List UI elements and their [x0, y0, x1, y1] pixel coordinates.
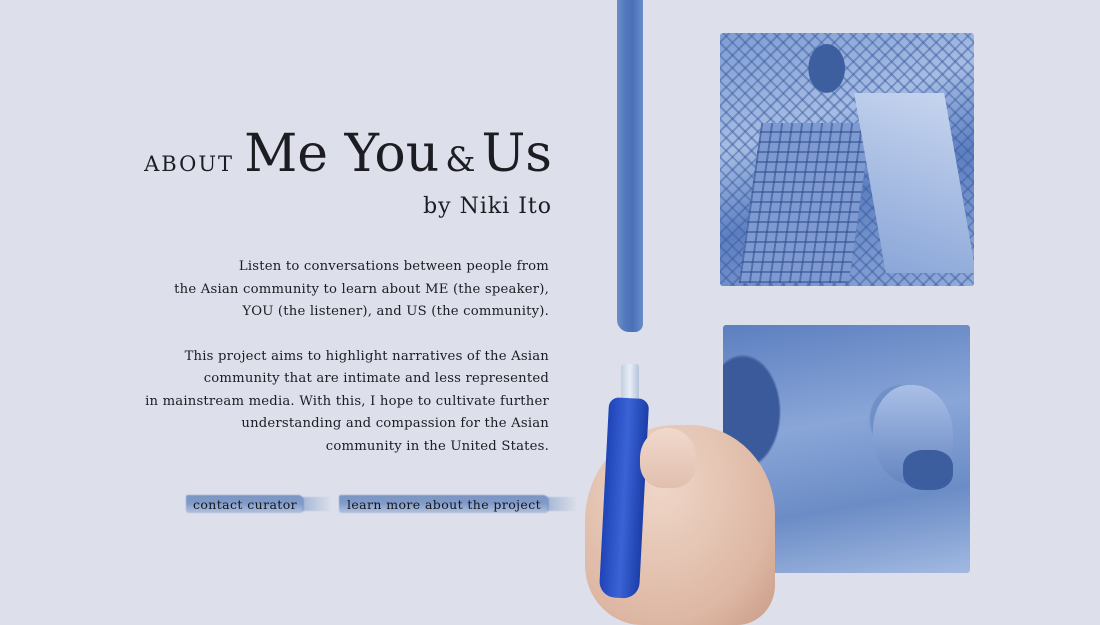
title-ampersand: & — [445, 140, 476, 180]
title-us: Us — [481, 124, 552, 184]
purpose-line: community in the United States. — [325, 438, 549, 454]
artwork-hug-illustration — [720, 33, 974, 286]
about-page: ABOUT Me You & Us by Niki Ito Listen to con… — [0, 0, 1100, 625]
beard-shape — [903, 450, 953, 490]
purpose-line: community that are intimate and less rep… — [203, 371, 549, 386]
finger-image — [640, 428, 696, 488]
purpose-line: in mainstream media. With this, I hope t… — [145, 393, 549, 409]
author-byline: by Niki Ito — [423, 194, 552, 219]
title-me-you: Me You — [244, 124, 440, 184]
title-heading: ABOUT Me You & Us — [144, 128, 552, 180]
description-text: Listen to conversations between people f… — [145, 256, 549, 458]
purpose-line: This project aims to highlight narrative… — [184, 348, 549, 364]
light-sleeve-shape — [854, 93, 974, 273]
purpose-line: understanding and compassion for the Asi… — [241, 416, 549, 431]
page-title: ABOUT Me You & Us by Niki Ito — [144, 128, 552, 219]
contact-curator-button[interactable]: contact curator — [186, 490, 332, 518]
intro-line: the Asian community to learn about ME (t… — [174, 281, 549, 297]
learn-more-button[interactable]: learn more about the project — [339, 490, 577, 518]
plaid-shirt-shape — [738, 123, 872, 283]
intro-line: YOU (the listener), and US (the communit… — [242, 304, 549, 319]
vertical-brush-stroke — [617, 0, 643, 332]
title-about-word: ABOUT — [144, 144, 235, 179]
intro-line: Listen to conversations between people f… — [238, 259, 549, 274]
learn-more-label: learn more about the project — [346, 496, 542, 512]
contact-curator-label: contact curator — [192, 496, 298, 512]
